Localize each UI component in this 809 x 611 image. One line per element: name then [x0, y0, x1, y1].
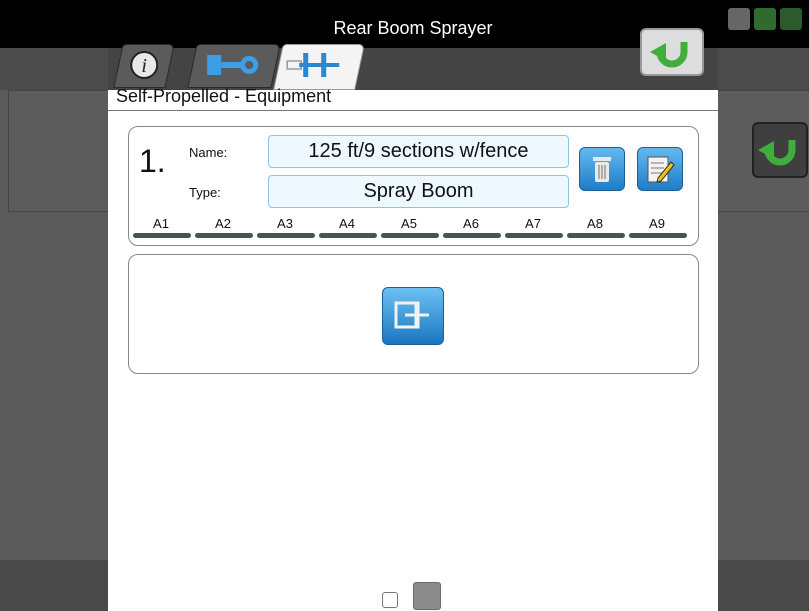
section-label-a5: A5	[401, 216, 417, 231]
section-bar-a4	[319, 233, 377, 238]
divider	[108, 110, 718, 111]
equipment-dialog: Rear Boom Sprayer i Self-Propelled - Equ…	[108, 0, 718, 611]
section-bar-a3	[257, 233, 315, 238]
equipment-card: 1. Name: 125 ft/9 sections w/fence Type:…	[128, 126, 699, 246]
trash-icon	[593, 157, 611, 182]
section-bar-a1	[133, 233, 191, 238]
section-label-a7: A7	[525, 216, 541, 231]
section-bar-a7	[505, 233, 563, 238]
return-arrow-icon	[758, 140, 796, 166]
status-icon-1	[728, 8, 750, 30]
tab-equipment-connection[interactable]	[187, 44, 281, 88]
status-icon-2	[754, 8, 776, 30]
page-indicator-1[interactable]	[382, 592, 398, 608]
tab-info[interactable]: i	[113, 44, 175, 88]
add-equipment-icon	[394, 301, 429, 329]
return-arrow-icon	[650, 42, 688, 68]
info-icon: i	[130, 51, 159, 79]
section-bar-a5	[381, 233, 439, 238]
section-label-a8: A8	[587, 216, 603, 231]
section-bar-a9	[629, 233, 687, 238]
type-field[interactable]: Spray Boom	[268, 175, 569, 208]
boom-sections-icon	[286, 53, 340, 77]
section-label-a9: A9	[649, 216, 665, 231]
edit-notepad-icon	[647, 156, 675, 183]
add-equipment-card	[128, 254, 699, 374]
section-label-a6: A6	[463, 216, 479, 231]
add-equipment-button[interactable]	[382, 287, 444, 345]
name-label: Name:	[189, 145, 228, 160]
background-left-panel	[8, 90, 110, 212]
section-label-a2: A2	[215, 216, 231, 231]
dialog-title: Rear Boom Sprayer	[333, 18, 493, 38]
name-field[interactable]: 125 ft/9 sections w/fence	[268, 135, 569, 168]
page-indicator-2[interactable]	[413, 582, 441, 610]
equipment-number: 1.	[139, 143, 166, 179]
section-label-a3: A3	[277, 216, 293, 231]
section-bar-a8	[567, 233, 625, 238]
tab-boom-sections[interactable]	[273, 44, 365, 90]
section-label-a1: A1	[153, 216, 169, 231]
background-return-button	[752, 122, 808, 178]
return-button[interactable]	[640, 28, 704, 76]
page-subtitle: Self-Propelled - Equipment	[116, 86, 332, 106]
type-label: Type:	[189, 185, 221, 200]
edit-button[interactable]	[637, 147, 683, 191]
section-bar-a2	[195, 233, 253, 238]
title-bar: Rear Boom Sprayer	[108, 0, 718, 48]
delete-button[interactable]	[579, 147, 625, 191]
hitch-wrench-icon	[207, 55, 259, 75]
svg-text:i: i	[141, 55, 147, 77]
section-label-a4: A4	[339, 216, 355, 231]
status-icon-3	[780, 8, 802, 30]
section-bar-a6	[443, 233, 501, 238]
